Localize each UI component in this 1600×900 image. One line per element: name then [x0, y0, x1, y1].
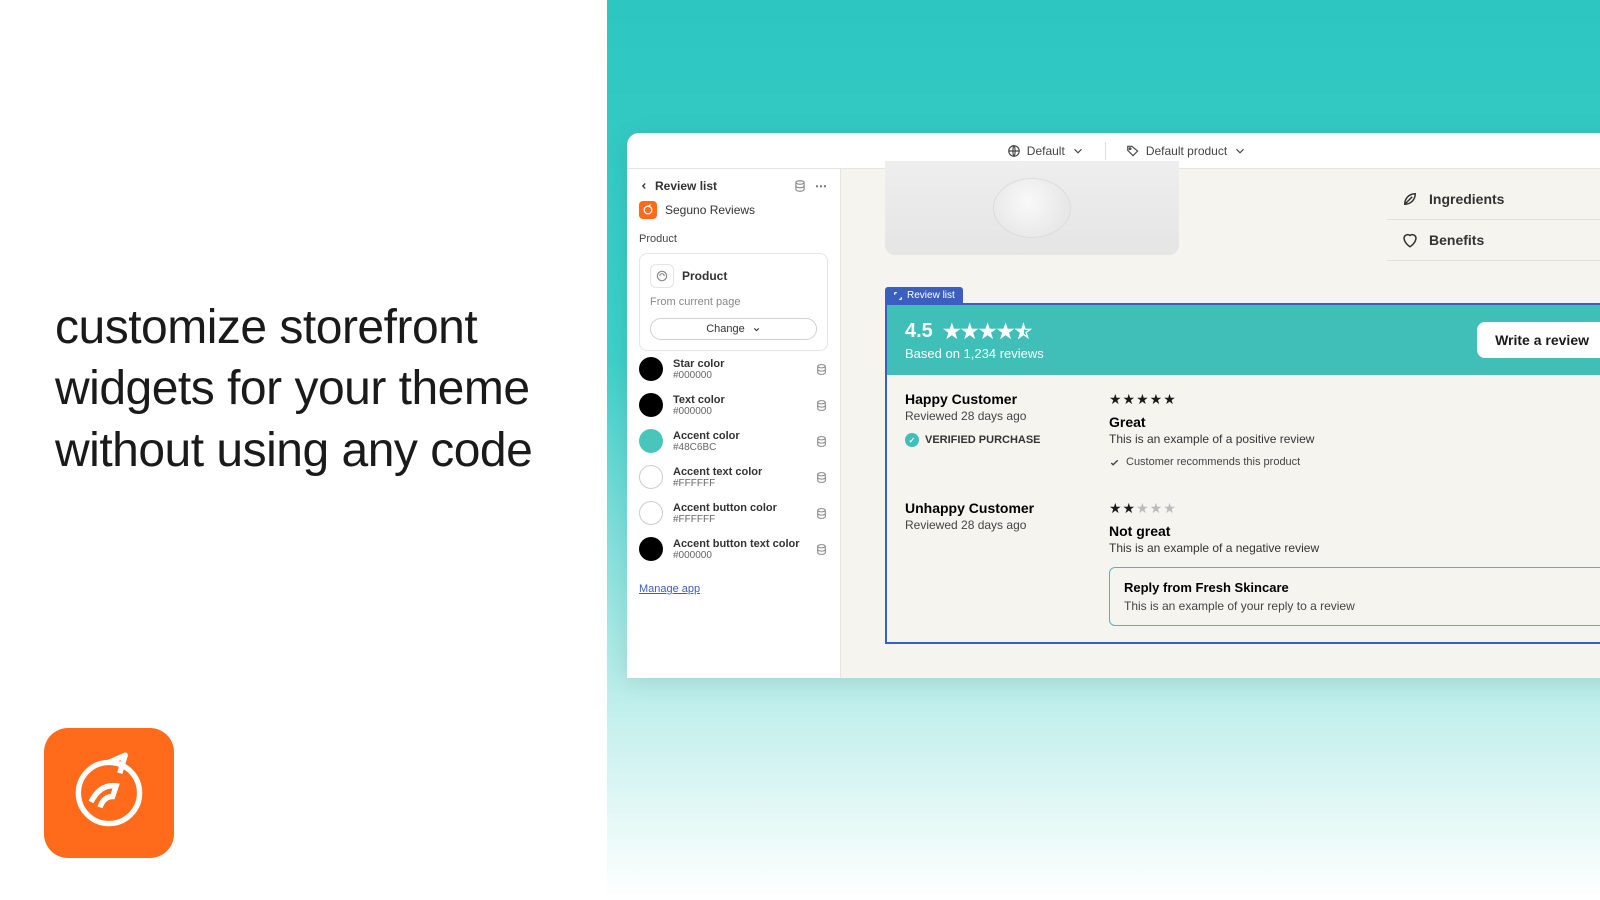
color-swatch [639, 429, 663, 453]
app-row: Seguno Reviews [639, 201, 828, 219]
accordion-ingredients[interactable]: Ingredients [1387, 179, 1600, 220]
review-body: This is an example of a positive review [1109, 432, 1600, 446]
color-label: Accent color [673, 430, 805, 442]
theme-selector[interactable]: Default [1007, 144, 1085, 158]
product-thumb-icon [650, 264, 674, 288]
review-title: Great [1109, 414, 1600, 430]
color-swatch [639, 537, 663, 561]
review-widget: 4.5 ★★★★☆★ Based on 1,234 reviews Write … [885, 303, 1600, 644]
product-image [885, 161, 1179, 255]
color-swatch [639, 501, 663, 525]
expand-icon [893, 291, 903, 301]
reply-title: Reply from Fresh Skincare [1124, 580, 1592, 595]
rating-score: 4.5 [905, 320, 933, 343]
color-setting-row[interactable]: Accent button text color#000000 [639, 531, 828, 567]
review-header: 4.5 ★★★★☆★ Based on 1,234 reviews Write … [887, 305, 1600, 375]
database-icon[interactable] [815, 435, 828, 448]
review-row: Unhappy Customer Reviewed 28 days ago ★★… [887, 484, 1600, 642]
section-label: Product [639, 233, 828, 245]
color-label: Accent button text color [673, 538, 805, 550]
heart-icon [1401, 231, 1419, 249]
color-swatch [639, 393, 663, 417]
color-setting-row[interactable]: Star color#000000 [639, 351, 828, 387]
database-icon[interactable] [815, 507, 828, 520]
color-setting-row[interactable]: Accent text color#FFFFFF [639, 459, 828, 495]
check-icon [1109, 457, 1120, 468]
chevron-down-icon [1233, 144, 1247, 158]
leaf-icon [1401, 190, 1419, 208]
manage-app-link[interactable]: Manage app [639, 583, 700, 595]
database-icon[interactable] [815, 543, 828, 556]
chevron-down-icon [1071, 144, 1085, 158]
review-title: Not great [1109, 523, 1600, 539]
review-row: Happy Customer Reviewed 28 days ago ✓ VE… [887, 375, 1600, 484]
brand-logo [44, 728, 174, 858]
color-swatch [639, 357, 663, 381]
rating-subline: Based on 1,234 reviews [905, 346, 1044, 361]
review-stars: ★★★★★ [1109, 391, 1600, 408]
review-stars: ★★★★★ [1109, 500, 1600, 517]
more-icon[interactable]: ⋯ [815, 179, 828, 193]
color-hex: #48C6BC [673, 442, 805, 453]
marketing-headline: customize storefront widgets for your th… [55, 297, 532, 481]
color-hex: #000000 [673, 406, 805, 417]
product-caption: From current page [650, 296, 817, 308]
database-icon[interactable] [815, 471, 828, 484]
storefront-preview: Ingredients Benefits Review list [841, 169, 1600, 678]
color-hex: #000000 [673, 370, 805, 381]
theme-editor-window: Default Default product Review list [627, 133, 1600, 678]
color-setting-row[interactable]: Text color#000000 [639, 387, 828, 423]
chevron-left-icon [639, 181, 649, 191]
review-date: Reviewed 28 days ago [905, 409, 1085, 423]
write-review-button[interactable]: Write a review [1477, 322, 1600, 358]
accordion-benefits[interactable]: Benefits [1387, 220, 1600, 261]
review-body: This is an example of a negative review [1109, 541, 1600, 555]
database-icon[interactable] [815, 399, 828, 412]
back-button[interactable]: Review list [639, 179, 717, 193]
reply-box: Reply from Fresh Skincare This is an exa… [1109, 567, 1600, 626]
color-label: Text color [673, 394, 805, 406]
tag-icon [1126, 144, 1140, 158]
section-badge[interactable]: Review list [885, 287, 963, 304]
color-label: Accent text color [673, 466, 805, 478]
recommends-text: Customer recommends this product [1109, 456, 1600, 468]
settings-sidebar: Review list ⋯ Seguno Reviews Product [627, 169, 841, 678]
review-date: Reviewed 28 days ago [905, 518, 1085, 532]
color-label: Accent button color [673, 502, 805, 514]
color-hex: #000000 [673, 550, 805, 561]
product-label: Product [682, 269, 727, 283]
color-swatch [639, 465, 663, 489]
color-setting-row[interactable]: Accent color#48C6BC [639, 423, 828, 459]
color-setting-row[interactable]: Accent button color#FFFFFF [639, 495, 828, 531]
check-icon: ✓ [905, 433, 919, 447]
reply-body: This is an example of your reply to a re… [1124, 599, 1592, 613]
color-hex: #FFFFFF [673, 478, 805, 489]
reviewer-name: Unhappy Customer [905, 500, 1085, 516]
verified-badge: ✓ VERIFIED PURCHASE [905, 433, 1085, 447]
database-icon[interactable] [793, 179, 807, 193]
globe-icon [1007, 144, 1021, 158]
database-icon[interactable] [815, 363, 828, 376]
app-icon [639, 201, 657, 219]
change-button[interactable]: Change [650, 318, 817, 340]
color-hex: #FFFFFF [673, 514, 805, 525]
chevron-down-icon [752, 325, 761, 334]
color-label: Star color [673, 358, 805, 370]
product-selector[interactable]: Default product [1126, 144, 1247, 158]
reviewer-name: Happy Customer [905, 391, 1085, 407]
rating-stars: ★★★★☆★ [943, 319, 1033, 344]
